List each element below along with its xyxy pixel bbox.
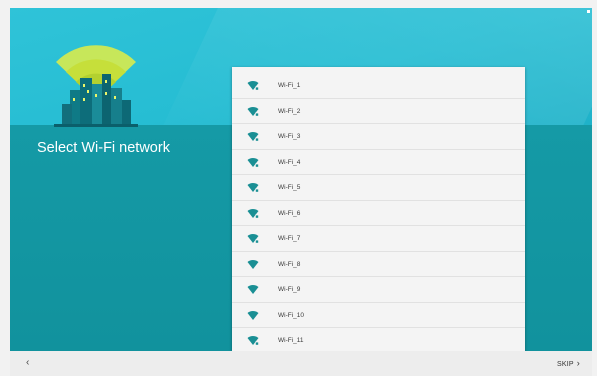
network-name: Wi-Fi_5 [278, 184, 301, 191]
network-name: Wi-Fi_10 [278, 311, 305, 319]
network-row[interactable]: Wi-Fi_2 [232, 99, 525, 124]
network-row[interactable]: Wi-Fi_9 [232, 277, 525, 303]
network-name: Wi-Fi_7 [278, 235, 301, 242]
navigation-bar: ‹ SKIP › [10, 351, 592, 376]
wifi-secured-icon [247, 157, 259, 168]
network-row[interactable]: Wi-Fi_8 [232, 252, 525, 277]
wifi-secured-icon [247, 106, 259, 117]
network-name: Wi-Fi_9 [278, 286, 301, 293]
network-name: Wi-Fi_8 [278, 260, 301, 268]
skip-button[interactable]: SKIP › [557, 358, 580, 368]
network-name: Wi-Fi_4 [278, 158, 301, 166]
network-name: Wi-Fi_11 [278, 337, 304, 344]
network-row[interactable]: Wi-Fi_11 [232, 328, 525, 351]
wifi-secured-icon [247, 182, 259, 193]
wifi-secured-icon [247, 233, 259, 244]
network-name: Wi-Fi_3 [278, 133, 301, 140]
network-name: Wi-Fi_1 [278, 82, 301, 89]
network-row[interactable]: Wi-Fi_1 [232, 73, 525, 99]
wifi-icon [247, 284, 259, 295]
wifi-icon [247, 259, 259, 270]
wifi-icon [247, 310, 259, 321]
wifi-secured-icon [247, 80, 259, 91]
network-row[interactable]: Wi-Fi_3 [232, 124, 525, 150]
network-row[interactable]: Wi-Fi_7 [232, 226, 525, 252]
network-name: Wi-Fi_6 [278, 209, 301, 217]
wifi-secured-icon [247, 131, 259, 142]
city-wifi-illustration [48, 38, 144, 128]
network-name: Wi-Fi_2 [278, 107, 301, 115]
skip-label: SKIP [557, 361, 574, 368]
wifi-secured-icon [247, 208, 259, 219]
network-row[interactable]: Wi-Fi_4 [232, 150, 525, 175]
status-indicator [587, 10, 590, 13]
network-list-card: Wi-Fi_1 Wi-Fi_2 Wi-Fi_3 Wi-Fi_4 Wi-Fi_5 Wi-Fi… [232, 67, 525, 351]
network-list: Wi-Fi_1 Wi-Fi_2 Wi-Fi_3 Wi-Fi_4 Wi-Fi_5 Wi-Fi… [232, 73, 525, 351]
network-row[interactable]: Wi-Fi_10 [232, 303, 525, 328]
back-button[interactable]: ‹ [26, 357, 29, 368]
network-row[interactable]: Wi-Fi_5 [232, 175, 525, 201]
chevron-right-icon: › [576, 358, 580, 368]
page-title: Select Wi-Fi network [37, 140, 170, 156]
setup-screen: Select Wi-Fi network Wi-Fi_1 Wi-Fi_2 Wi-Fi… [10, 8, 592, 351]
network-row[interactable]: Wi-Fi_6 [232, 201, 525, 226]
wifi-secured-icon [247, 335, 259, 346]
